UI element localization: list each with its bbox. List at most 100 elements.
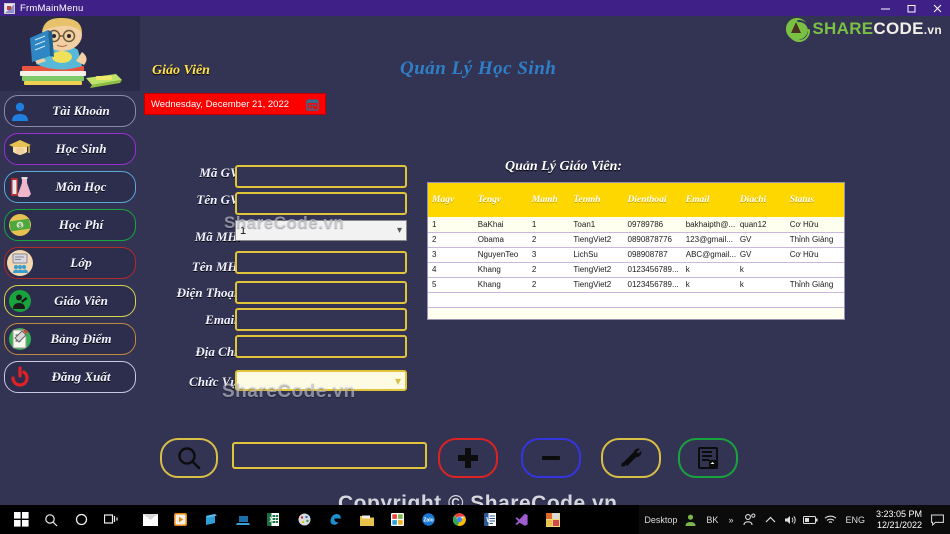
sidebar-item-mon-hoc[interactable]: Môn Học (4, 171, 136, 203)
table-row[interactable]: 2 Obama 2 TiengViet2 0890878776 123@gmai… (428, 232, 844, 248)
chuc-vu-combobox[interactable]: ▾ (235, 370, 407, 391)
minimize-button[interactable] (872, 0, 898, 16)
taskbar-search-icon[interactable] (36, 505, 66, 534)
cell: TiengViet2 (569, 232, 624, 248)
active-app-icon[interactable] (546, 513, 560, 527)
form-row-chuc-vu: Chức Vụ: ▾ (150, 367, 420, 395)
paint-icon[interactable] (298, 513, 311, 526)
wifi-icon[interactable] (820, 505, 840, 534)
taskbar-clock[interactable]: 3:23:05 PM 12/21/2022 (876, 509, 922, 531)
language-indicator[interactable]: ENG (845, 515, 865, 525)
date-picker-value: Wednesday, December 21, 2022 (151, 98, 290, 110)
date-picker[interactable]: Wednesday, December 21, 2022 (144, 93, 326, 115)
field-label: Điện Thoại: (176, 285, 242, 300)
cell: k (735, 262, 786, 278)
table-row[interactable]: 3 NguyenTeo 3 LichSu 098908787 ABC@gmail… (428, 247, 844, 263)
word-icon[interactable]: W (484, 513, 497, 526)
laptop-icon[interactable] (236, 513, 250, 526)
cell (623, 292, 682, 308)
cortana-icon[interactable] (66, 505, 96, 534)
mail-icon[interactable] (143, 513, 158, 526)
save-button[interactable] (678, 438, 738, 478)
show-hidden-icons-chevron[interactable] (760, 505, 780, 534)
cell (428, 292, 474, 308)
sidebar-item-hoc-phi[interactable]: $ Học Phí (4, 209, 136, 241)
start-button[interactable] (6, 505, 36, 534)
table-row[interactable]: 4 Khang 2 TiengViet2 0123456789... k k (428, 262, 844, 278)
task-view-icon[interactable] (96, 505, 126, 534)
media-player-icon[interactable] (174, 513, 187, 526)
sidebar-item-hoc-sinh[interactable]: Học Sinh (4, 133, 136, 165)
grid-column-header[interactable]: Tenmh (569, 183, 624, 217)
delete-button[interactable] (521, 438, 581, 478)
user-label[interactable]: BK (706, 515, 718, 525)
user-tray-icon[interactable] (685, 513, 698, 526)
sidebar-item-tai-khoan[interactable]: Tài Khoản (4, 95, 136, 127)
edge-icon[interactable] (329, 513, 342, 526)
windows-taskbar: X Zalo W (0, 505, 950, 534)
chrome-icon[interactable] (452, 513, 466, 526)
grid-header-row: Magv Tengv Mamh Tenmh Dienthoai Email Di… (428, 183, 844, 217)
dien-thoai-input[interactable] (235, 281, 407, 304)
email-input[interactable] (235, 308, 407, 331)
desktop-label[interactable]: Desktop (644, 515, 677, 525)
ma-gv-input[interactable] (235, 165, 407, 188)
zalo-icon[interactable]: Zalo (422, 513, 435, 526)
folder-icon[interactable] (360, 513, 374, 526)
table-row[interactable]: 5 Khang 2 TiengViet2 0123456789... k k T… (428, 277, 844, 293)
search-button[interactable] (160, 438, 218, 478)
cell: 098908787 (623, 247, 682, 263)
cell (527, 292, 570, 308)
sidebar-menu: Tài Khoản Học Sinh Môn Học $ Học Phí Lớp (4, 95, 136, 399)
sidebar-item-dang-xuat[interactable]: Đăng Xuất (4, 361, 136, 393)
notification-icon[interactable] (928, 505, 946, 534)
grid-column-header[interactable]: Status (785, 183, 844, 217)
table-row-new[interactable] (428, 292, 844, 308)
ms-office-icon[interactable] (391, 513, 404, 526)
tools-icon (621, 448, 642, 467)
volume-icon[interactable] (780, 505, 800, 534)
ten-mh-input[interactable] (235, 251, 407, 274)
ten-gv-input[interactable] (235, 192, 407, 215)
sidebar-item-label: Đăng Xuất (51, 369, 111, 384)
grid-column-header[interactable]: Dienthoai (623, 183, 682, 217)
grid-column-header[interactable]: Diachi (735, 183, 786, 217)
sidebar-item-label: Học Sinh (55, 141, 107, 156)
window-titlebar: FrmMainMenu (0, 0, 950, 16)
sidebar-item-label: Học Phí (58, 217, 104, 232)
search-input[interactable] (232, 442, 427, 469)
excel-icon[interactable]: X (267, 513, 280, 526)
cell (473, 292, 528, 308)
sidebar-item-lop[interactable]: Lớp (4, 247, 136, 279)
grid-column-header[interactable]: Tengv (473, 183, 528, 217)
cell: ABC@gmail... (681, 247, 736, 263)
edit-button[interactable] (601, 438, 661, 478)
dia-chi-input[interactable] (235, 335, 407, 358)
sidebar-item-bang-diem[interactable]: Bảng Điểm (4, 323, 136, 355)
form-row-ten-mh: Tên MH: (150, 251, 420, 281)
visual-studio-icon[interactable] (515, 513, 528, 526)
close-button[interactable] (924, 0, 950, 16)
cell: 09789786 (623, 217, 682, 233)
cell: Thỉnh Giảng (785, 232, 844, 248)
calendar-icon[interactable] (306, 98, 319, 111)
add-button[interactable] (438, 438, 498, 478)
cell: 2 (527, 262, 570, 278)
brand-code-text: CODE (873, 19, 924, 38)
maximize-button[interactable] (898, 0, 924, 16)
sidebar-item-giao-vien[interactable]: Giáo Viên (4, 285, 136, 317)
grid-column-header[interactable]: Mamh (527, 183, 570, 217)
ma-mh-combobox[interactable]: 1 ▾ (235, 220, 407, 241)
chevron-down-icon: ▾ (394, 373, 401, 388)
sidebar-item-label: Giáo Viên (54, 293, 108, 308)
battery-icon[interactable] (800, 505, 820, 534)
grid-column-header[interactable]: Magv (428, 183, 474, 217)
teacher-data-grid[interactable]: Magv Tengv Mamh Tenmh Dienthoai Email Di… (427, 182, 845, 320)
tray-overflow-button[interactable]: » (728, 515, 733, 525)
people-icon[interactable] (738, 505, 760, 534)
taskbar-app-icons: X Zalo W (134, 513, 568, 527)
search-icon (178, 447, 201, 470)
store-icon[interactable] (205, 513, 218, 526)
table-row[interactable]: 1 BaKhai 1 Toan1 09789786 bakhaipth@... … (428, 217, 844, 233)
grid-column-header[interactable]: Email (681, 183, 736, 217)
